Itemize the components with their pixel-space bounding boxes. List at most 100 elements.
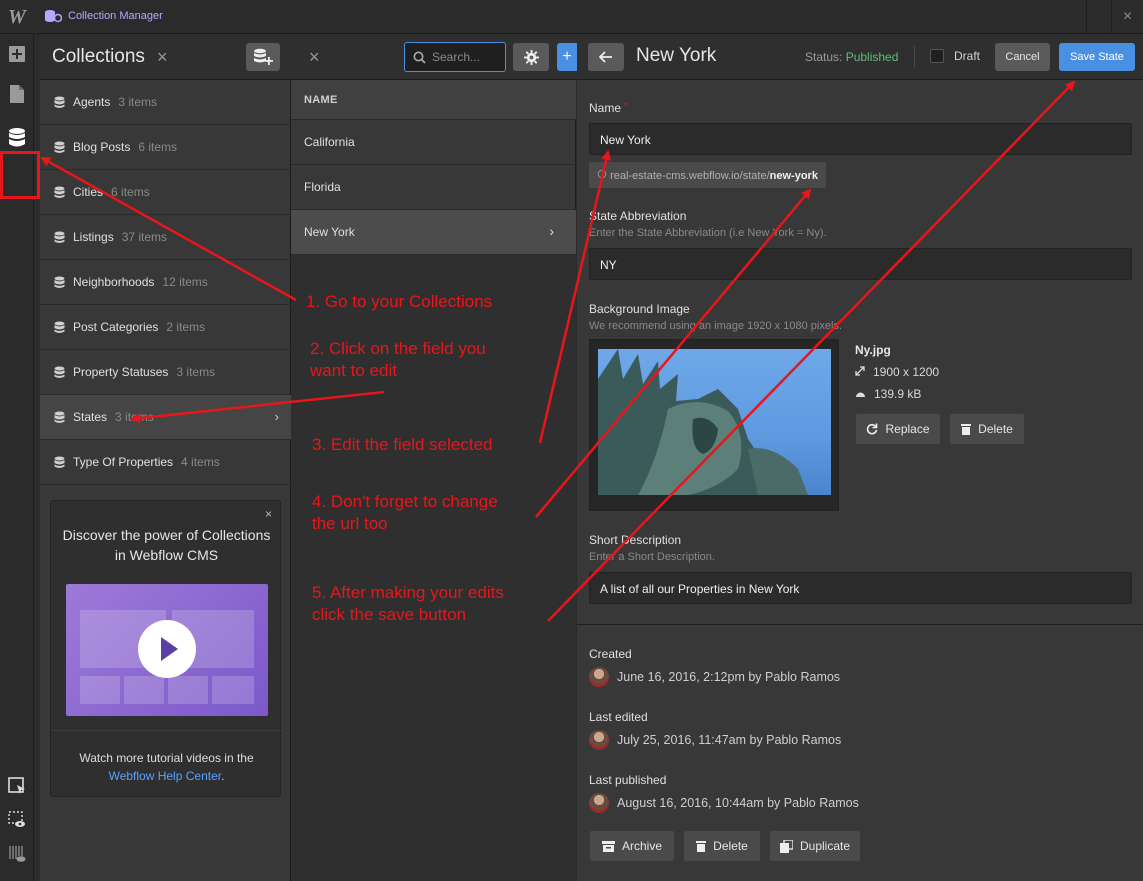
item-row-california[interactable]: California: [291, 120, 576, 165]
collection-label: Cities: [73, 185, 104, 199]
chevron-right-icon: ›: [274, 409, 279, 424]
editor-header: New York Status: Published Draft Cancel …: [577, 34, 1143, 80]
duplicate-icon: [779, 839, 793, 853]
app-title: Collection Manager: [44, 9, 163, 23]
collection-count: 6 items: [111, 185, 150, 199]
column-header-name[interactable]: NAME: [291, 80, 576, 120]
delete-item-button[interactable]: Delete: [683, 830, 761, 862]
collection-item-agents[interactable]: Agents 3 items: [40, 80, 291, 125]
link-icon: [597, 169, 607, 179]
replace-image-button[interactable]: Replace: [855, 413, 941, 445]
short-desc-help: Enter a Short Description.: [589, 551, 715, 563]
abbr-field-label: State Abbreviation: [589, 209, 687, 223]
bg-image-frame: [589, 339, 839, 511]
collection-item-blog-posts[interactable]: Blog Posts 6 items: [40, 125, 291, 170]
bg-image-label: Background Image: [589, 302, 690, 316]
collection-settings-button[interactable]: [513, 43, 549, 71]
collection-count: 3 items: [176, 365, 216, 379]
database-icon: [54, 456, 65, 468]
avatar: [589, 730, 609, 750]
image-filename: Ny.jpg: [855, 343, 891, 357]
item-name: California: [304, 135, 355, 149]
delete-image-label: Delete: [978, 422, 1013, 436]
slug-value: new-york: [769, 170, 818, 182]
cms-promo-card: × Discover the power of Collections in W…: [50, 500, 282, 797]
gauge-icon: [856, 392, 865, 397]
arrow-left-icon: [599, 51, 612, 63]
pages-button[interactable]: [0, 76, 34, 112]
image-filesize-text: 139.9 kB: [874, 387, 922, 401]
annotation-step-3: 3. Edit the field selected: [312, 435, 493, 454]
collections-title: Collections: [52, 46, 145, 67]
item-row-florida[interactable]: Florida: [291, 165, 576, 210]
name-label-text: Name: [589, 101, 622, 115]
promo-footer-period: .: [221, 769, 225, 783]
annotation-step-5-line-1: 5. After making your edits: [312, 583, 504, 602]
search-input[interactable]: [432, 50, 502, 64]
archive-button[interactable]: Archive: [589, 830, 675, 862]
image-dimensions: 1900 x 1200: [855, 365, 939, 379]
collection-item-neighborhoods[interactable]: Neighborhoods 12 items: [40, 260, 291, 305]
add-collection-button[interactable]: [246, 43, 280, 71]
item-row-new-york[interactable]: New York ›: [291, 210, 576, 255]
add-element-button[interactable]: [0, 36, 34, 72]
edited-value: July 25, 2016, 11:47am by Pablo Ramos: [617, 733, 842, 747]
xray-button[interactable]: [0, 836, 34, 872]
close-promo-button[interactable]: ×: [265, 507, 272, 521]
database-icon: [54, 96, 65, 108]
save-button[interactable]: Save State: [1059, 43, 1135, 71]
draft-checkbox[interactable]: [930, 49, 944, 63]
collection-item-post-categories[interactable]: Post Categories 2 items: [40, 305, 291, 350]
published-value: August 16, 2016, 10:44am by Pablo Ramos: [617, 796, 859, 810]
promo-footer-text: Watch more tutorial videos in the: [79, 751, 254, 765]
collection-manager-icon: [45, 10, 62, 23]
collection-label: Agents: [73, 95, 111, 109]
abbr-field[interactable]: NY: [589, 248, 1132, 280]
collections-header: Collections ×: [40, 34, 291, 80]
collection-count: 3 items: [118, 95, 158, 109]
collection-label: Type Of Properties: [73, 455, 174, 469]
close-items-button[interactable]: ×: [309, 47, 320, 68]
bg-image-preview[interactable]: [598, 349, 831, 495]
avatar: [589, 667, 609, 687]
webflow-logo[interactable]: W: [8, 6, 26, 29]
annotation-step-1: 1. Go to your Collections: [306, 292, 493, 311]
add-database-icon: [254, 48, 273, 65]
items-list: California Florida New York ›: [291, 120, 576, 255]
collection-item-property-statuses[interactable]: Property Statuses 3 items: [40, 350, 291, 395]
short-desc-field[interactable]: A list of all our Properties in New York: [589, 572, 1132, 604]
annotation-step-4: 4. Don't forget to change the url too: [312, 491, 498, 535]
help-center-link[interactable]: Webflow Help Center: [109, 769, 222, 783]
collection-item-states[interactable]: States 3 items ›: [40, 395, 291, 440]
divider: [914, 46, 915, 68]
preview-button[interactable]: [0, 802, 34, 838]
slug-field[interactable]: real-estate-cms.webflow.io/state/new-yor…: [589, 162, 826, 188]
collection-label: Blog Posts: [73, 140, 131, 154]
new-item-button[interactable]: +: [557, 43, 577, 71]
close-collections-button[interactable]: ×: [157, 47, 168, 68]
divider: [577, 624, 1143, 625]
tutorial-video-thumbnail[interactable]: [66, 584, 268, 716]
status-label: Status:: [805, 50, 843, 64]
delete-image-button[interactable]: Delete: [949, 413, 1025, 445]
collection-label: Post Categories: [73, 320, 159, 334]
collections-list: Agents 3 items Blog Posts 6 items Cities 6 …: [40, 80, 291, 485]
database-icon: [54, 141, 65, 153]
replace-label: Replace: [885, 422, 930, 436]
promo-title: Discover the power of Collections in Web…: [62, 527, 271, 563]
search-box[interactable]: [404, 42, 506, 72]
cancel-button[interactable]: Cancel: [995, 43, 1050, 71]
name-field[interactable]: New York: [589, 123, 1132, 155]
collection-item-listings[interactable]: Listings 37 items: [40, 215, 291, 260]
image-dimensions-text: 1900 x 1200: [873, 365, 940, 379]
archive-icon: [601, 840, 615, 852]
collection-item-type-of-properties[interactable]: Type Of Properties 4 items: [40, 440, 291, 485]
close-manager-button[interactable]: ×: [1111, 0, 1143, 34]
cursor-select-icon: [8, 777, 25, 794]
back-button[interactable]: [588, 43, 624, 71]
abbr-field-help: Enter the State Abbreviation (i.e New Yo…: [589, 227, 827, 239]
collection-item-cities[interactable]: Cities 6 items: [40, 170, 291, 215]
select-tool-button[interactable]: [0, 768, 34, 804]
duplicate-button[interactable]: Duplicate: [769, 830, 861, 862]
play-icon[interactable]: [138, 620, 196, 678]
